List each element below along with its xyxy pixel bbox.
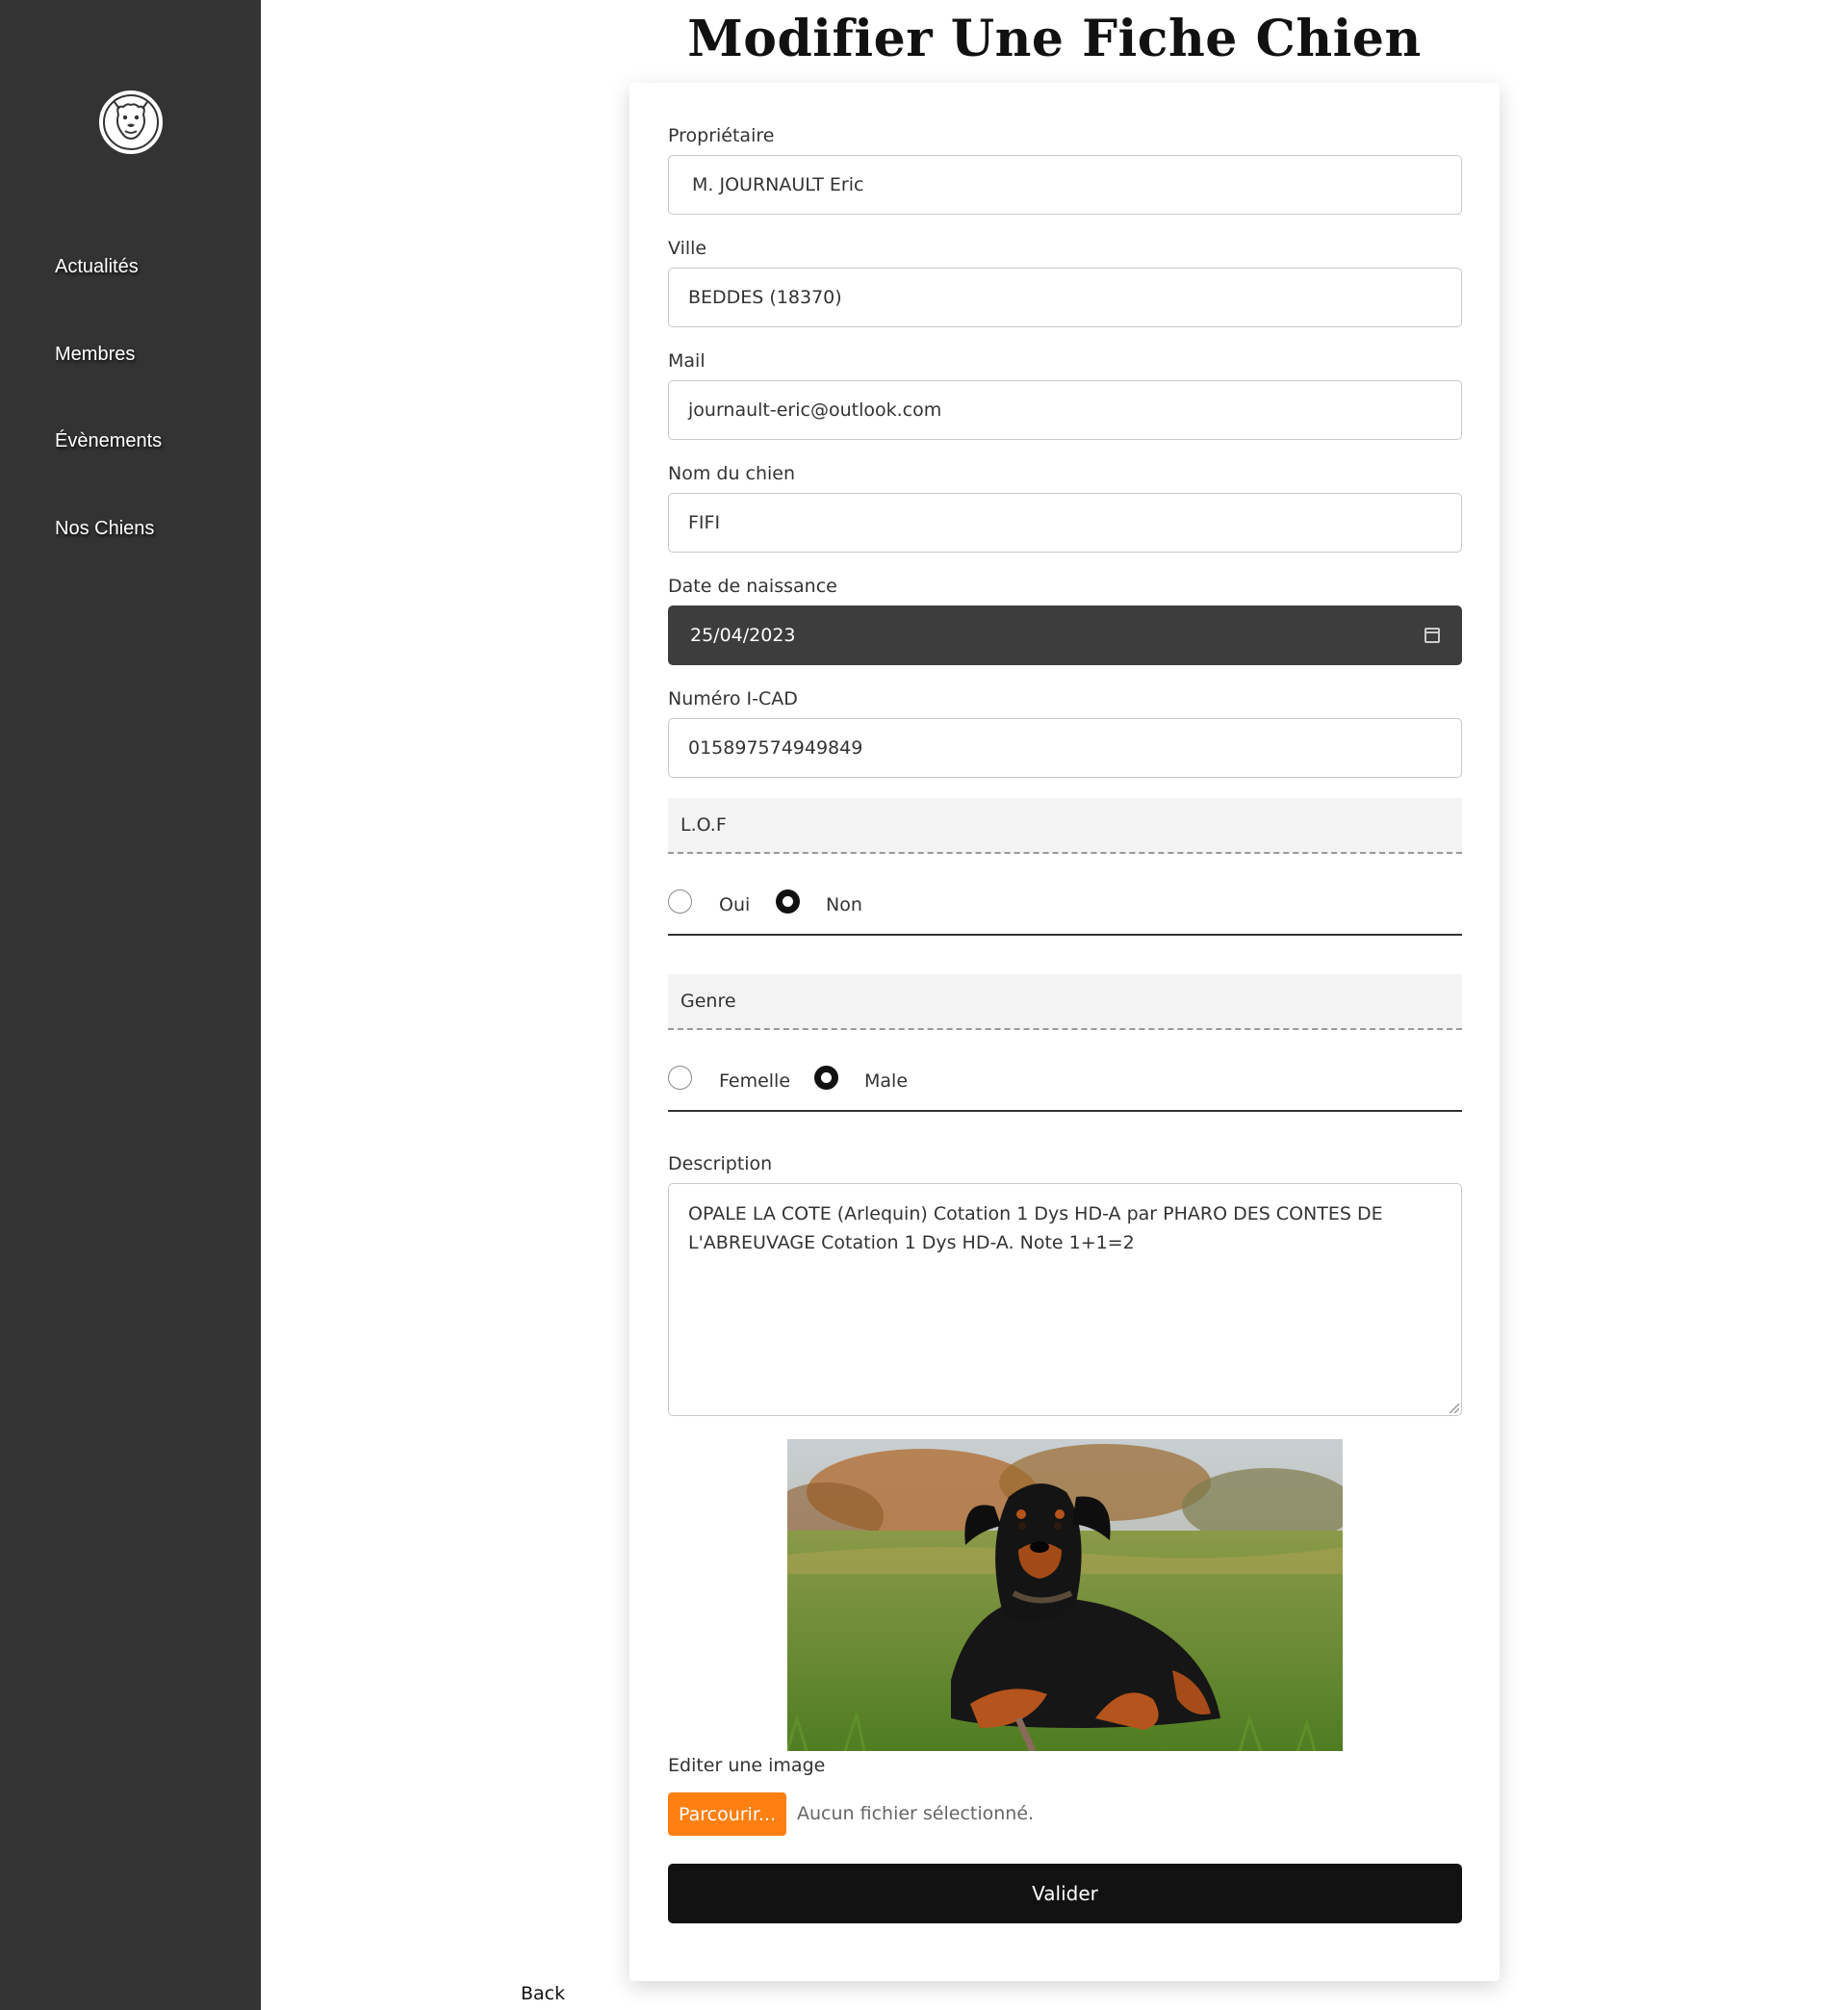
dog-face-logo-icon[interactable] xyxy=(99,90,163,154)
lof-oui-label: Oui xyxy=(719,894,751,915)
genre-male-label: Male xyxy=(864,1070,909,1092)
genre-femelle-radio[interactable] xyxy=(668,1066,692,1090)
image-edit-label: Editer une image xyxy=(668,1755,826,1776)
description-textarea[interactable]: OPALE LA COTE (Arlequin) Cotation 1 Dys … xyxy=(668,1183,1462,1416)
lof-radio-group: Oui Non xyxy=(668,868,1462,936)
page-title: Modifier Une Fiche Chien xyxy=(687,10,1422,68)
birth-date-field[interactable]: 25/04/2023 xyxy=(668,606,1462,665)
dog-name-label: Nom du chien xyxy=(668,463,796,484)
dog-name-field[interactable]: FIFI xyxy=(668,493,1462,553)
lof-non-radio[interactable] xyxy=(776,889,800,914)
submit-button[interactable]: Valider xyxy=(668,1864,1462,1923)
birth-date-value: 25/04/2023 xyxy=(690,625,796,646)
owner-field[interactable]: M. JOURNAULT Eric xyxy=(668,155,1462,215)
icad-label: Numéro I-CAD xyxy=(668,688,798,709)
city-label: Ville xyxy=(668,238,707,259)
sidebar: Actualités Membres Évènements Nos Chiens xyxy=(0,0,261,2010)
birth-date-label: Date de naissance xyxy=(668,576,837,597)
dog-photo xyxy=(787,1439,1343,1751)
resize-grip-icon[interactable] xyxy=(1450,1404,1459,1413)
no-file-selected-text: Aucun fichier sélectionné. xyxy=(797,1803,1035,1824)
description-text: OPALE LA COTE (Arlequin) Cotation 1 Dys … xyxy=(688,1203,1383,1253)
sidebar-item-nos-chiens[interactable]: Nos Chiens xyxy=(55,518,154,540)
lof-non-label: Non xyxy=(826,894,862,915)
sidebar-item-actualites[interactable]: Actualités xyxy=(55,256,139,278)
icad-field[interactable]: 015897574949849 xyxy=(668,718,1462,778)
calendar-icon[interactable] xyxy=(1424,628,1440,643)
sidebar-item-membres[interactable]: Membres xyxy=(55,344,135,366)
genre-legend: Genre xyxy=(668,974,1462,1030)
city-field[interactable]: BEDDES (18370) xyxy=(668,268,1462,327)
sidebar-item-evenements[interactable]: Évènements xyxy=(55,430,162,452)
mail-field[interactable]: journault-eric@outlook.com xyxy=(668,380,1462,440)
lof-legend: L.O.F xyxy=(668,798,1462,854)
back-link[interactable]: Back xyxy=(521,1983,565,2004)
browse-file-button[interactable]: Parcourir... xyxy=(668,1792,786,1836)
genre-radio-group: Femelle Male xyxy=(668,1044,1462,1112)
lof-oui-radio[interactable] xyxy=(668,889,692,914)
genre-male-radio[interactable] xyxy=(814,1066,838,1090)
owner-label: Propriétaire xyxy=(668,125,775,146)
description-label: Description xyxy=(668,1153,773,1174)
genre-femelle-label: Femelle xyxy=(719,1070,791,1092)
mail-label: Mail xyxy=(668,350,706,372)
